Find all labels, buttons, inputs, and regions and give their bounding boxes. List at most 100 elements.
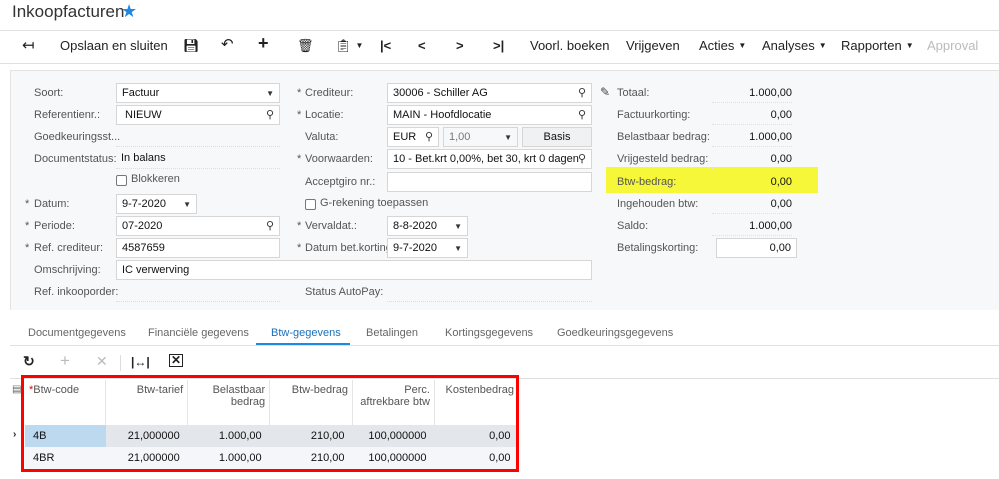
next-icon[interactable]: >	[456, 38, 464, 53]
datum-bet-korting-value: 9-7-2020	[393, 242, 438, 254]
basis-button[interactable]: Basis	[522, 127, 592, 147]
status-autopay-label: Status AutoPay:	[305, 286, 384, 298]
periode-input[interactable]: 07-2020 ⚲	[116, 216, 280, 236]
row-pointer-icon: ›	[13, 429, 17, 440]
acceptgiro-input[interactable]	[387, 172, 592, 192]
datum-bet-korting-input[interactable]: 9-7-2020 ▼	[387, 238, 468, 258]
g-rekening-label: G-rekening toepassen	[320, 197, 429, 209]
caret-down-icon: ▼	[905, 41, 914, 50]
fit-columns-icon[interactable]: |↔|	[131, 355, 150, 369]
export-excel-icon[interactable]: ✕	[169, 354, 184, 367]
crediteur-value: 30006 - Schiller AG	[393, 87, 488, 99]
factuurkorting-label: Factuurkorting:	[617, 109, 691, 121]
search-icon[interactable]: ⚲	[266, 108, 274, 121]
tab-documentgegevens[interactable]: Documentgegevens	[28, 327, 126, 339]
active-tab-indicator	[256, 343, 350, 345]
vrijgesteld-label: Vrijgesteld bedrag:	[617, 153, 709, 165]
caret-down-icon: ▼	[738, 41, 747, 50]
analyses-menu[interactable]: Analyses ▼	[762, 38, 827, 53]
caret-down-icon[interactable]: ▼	[454, 244, 462, 253]
star-icon[interactable]: ★	[121, 1, 137, 22]
delete-row-icon[interactable]: ✕	[96, 353, 108, 370]
required-mark: *	[297, 109, 302, 121]
g-rekening-checkbox[interactable]	[305, 199, 316, 210]
omschrijving-input[interactable]: IC verwerving	[116, 260, 592, 280]
required-mark: *	[297, 242, 302, 254]
voorwaarden-label: Voorwaarden:	[305, 153, 373, 165]
valuta-input[interactable]: EUR ⚲	[387, 127, 439, 147]
divider	[120, 355, 121, 371]
voorwaarden-input[interactable]: 10 - Bet.krt 0,00%, bet 30, krt 0 dagen ⚲	[387, 149, 592, 169]
search-icon[interactable]: ⚲	[578, 86, 586, 99]
valuta-value: EUR	[393, 131, 417, 143]
last-icon[interactable]: >|	[493, 38, 504, 53]
ref-crediteur-input[interactable]: 4587659	[116, 238, 280, 258]
referentie-label: Referentienr.:	[34, 109, 101, 121]
ingehouden-label: Ingehouden btw:	[617, 198, 699, 210]
prev-icon[interactable]: <	[418, 38, 426, 53]
voorl-boeken-button[interactable]: Voorl. boeken	[530, 38, 610, 53]
goedkeuring-value	[116, 127, 280, 147]
acties-menu[interactable]: Acties ▼	[699, 38, 746, 53]
soort-select[interactable]: Factuur ▼	[116, 83, 280, 103]
tab-financiele-gegevens[interactable]: Financiële gegevens	[148, 327, 249, 339]
betalingskorting-input[interactable]: 0,00	[716, 238, 797, 258]
page-title: Inkoopfacturen	[12, 2, 125, 21]
ref-inkooporder-label: Ref. inkooporder:	[34, 286, 119, 298]
soort-label: Soort:	[34, 87, 64, 99]
totaal-label: Totaal:	[617, 87, 650, 99]
blokkeren-checkbox[interactable]	[116, 175, 127, 186]
divider	[10, 345, 999, 346]
goedkeuring-label: Goedkeuringsst...	[34, 131, 121, 143]
omschrijving-label: Omschrijving:	[34, 264, 101, 276]
rate-select[interactable]: 1,00 ▼	[443, 127, 518, 147]
back-arrow-icon[interactable]: ↤	[22, 36, 35, 54]
plus-icon[interactable]: +	[258, 33, 269, 54]
crediteur-label: Crediteur:	[305, 87, 354, 99]
ref-crediteur-label: Ref. crediteur:	[34, 242, 104, 254]
locatie-label: Locatie:	[305, 109, 344, 121]
required-mark: *	[297, 153, 302, 165]
save-icon[interactable]: 💾︎	[183, 38, 200, 54]
vrijgeven-button[interactable]: Vrijgeven	[626, 38, 680, 53]
documentstatus-value: In balans	[116, 149, 280, 169]
search-icon[interactable]: ⚲	[578, 108, 586, 121]
belastbaar-label: Belastbaar bedrag:	[617, 131, 710, 143]
refresh-icon[interactable]: ↻	[23, 353, 35, 370]
first-icon[interactable]: |<	[380, 38, 391, 53]
rate-value: 1,00	[449, 131, 471, 143]
divider	[0, 63, 999, 64]
tab-betalingen[interactable]: Betalingen	[366, 327, 418, 339]
search-icon[interactable]: ⚲	[425, 130, 433, 143]
referentie-value: NIEUW	[125, 109, 162, 121]
totaal-value: 1.000,00	[712, 87, 792, 103]
search-icon[interactable]: ⚲	[266, 219, 274, 232]
vrijgesteld-value: 0,00	[712, 153, 792, 169]
caret-down-icon[interactable]: ▼	[183, 200, 191, 209]
caret-down-icon[interactable]: ▼	[454, 222, 462, 231]
save-close-button[interactable]: Opslaan en sluiten	[60, 38, 168, 53]
clipboard-icon[interactable]: 📋︎ ▼	[335, 38, 363, 54]
crediteur-input[interactable]: 30006 - Schiller AG ⚲	[387, 83, 592, 103]
caret-down-icon: ▼	[266, 89, 274, 98]
periode-label: Periode:	[34, 220, 75, 232]
search-icon[interactable]: ⚲	[578, 152, 586, 165]
vervaldat-label: Vervaldat.:	[305, 220, 357, 232]
rapporten-menu[interactable]: Rapporten ▼	[841, 38, 914, 53]
status-autopay-value	[387, 282, 592, 302]
undo-icon[interactable]: ↶	[221, 35, 234, 53]
pencil-icon[interactable]: ✎	[600, 85, 610, 99]
datum-input[interactable]: 9-7-2020 ▼	[116, 194, 197, 214]
datum-bet-korting-label: Datum bet.korting:	[305, 242, 395, 254]
tab-goedkeuringsgegevens[interactable]: Goedkeuringsgegevens	[557, 327, 673, 339]
vervaldat-input[interactable]: 8-8-2020 ▼	[387, 216, 468, 236]
tab-btw-gegevens[interactable]: Btw-gegevens	[271, 327, 341, 339]
caret-down-icon: ▼	[818, 41, 827, 50]
locatie-input[interactable]: MAIN - Hoofdlocatie ⚲	[387, 105, 592, 125]
referentie-input[interactable]: NIEUW ⚲	[116, 105, 280, 125]
tab-kortingsgegevens[interactable]: Kortingsgegevens	[445, 327, 533, 339]
approval-button[interactable]: Approval	[927, 38, 978, 53]
add-row-icon[interactable]: +	[60, 351, 70, 371]
valuta-label: Valuta:	[305, 131, 339, 143]
trash-icon[interactable]: 🗑︎	[297, 38, 314, 54]
